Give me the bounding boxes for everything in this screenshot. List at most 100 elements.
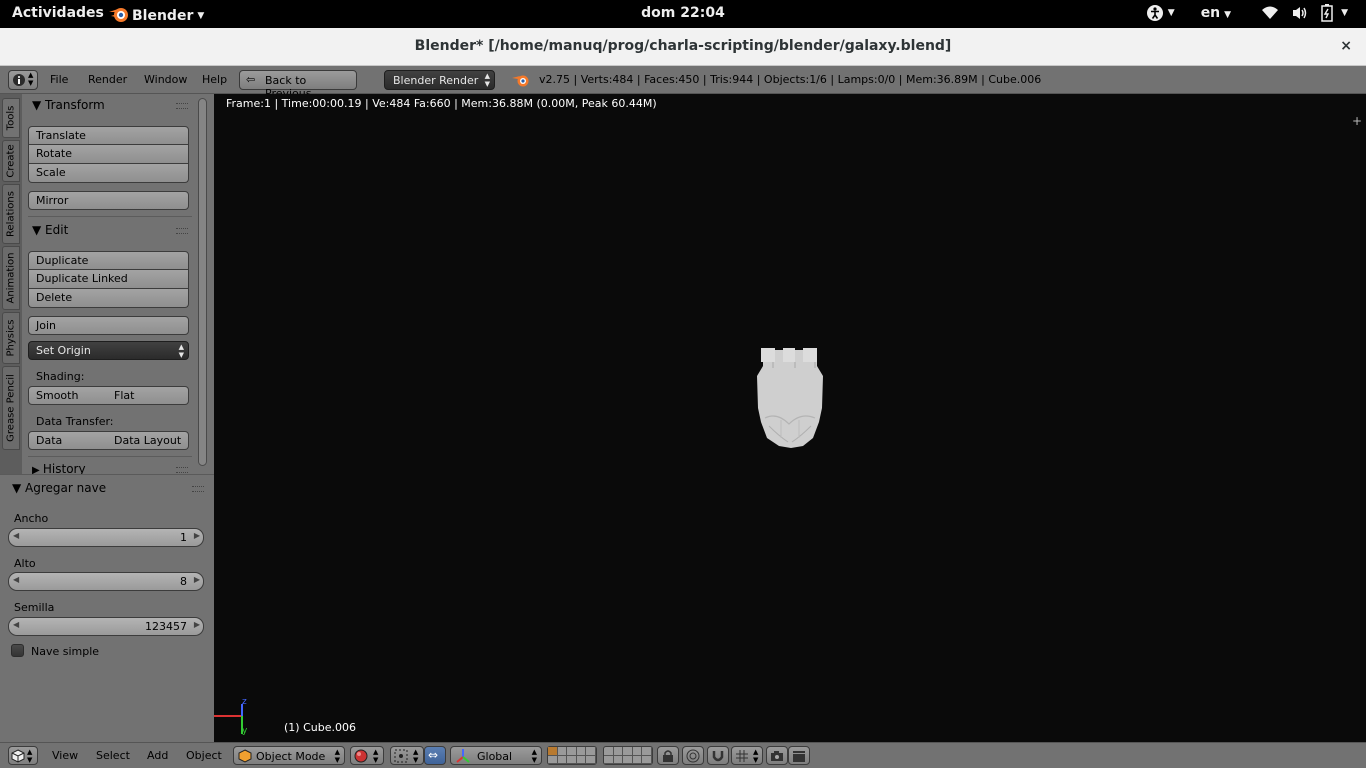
transform-panel-header[interactable]: ▼ Transform [32, 98, 105, 112]
drag-handle-icon[interactable] [176, 103, 188, 109]
menu-object[interactable]: Object [186, 749, 222, 762]
plus-icon[interactable]: + [1352, 114, 1362, 128]
duplicate-button[interactable]: Duplicate [28, 251, 189, 270]
info-header: ▲▼ File Render Window Help ⇦ Back to Pre… [0, 66, 1366, 100]
operator-panel-header[interactable]: ▼ Agregar nave [12, 481, 106, 495]
tool-shelf-scrollbar[interactable] [198, 98, 207, 466]
layer-button[interactable] [604, 747, 614, 756]
triangle-down-icon: ▼ [12, 481, 26, 495]
edit-panel-header[interactable]: ▼ Edit [32, 223, 68, 237]
scene-layers-left[interactable] [547, 746, 597, 765]
close-icon[interactable]: × [1340, 38, 1352, 54]
data-button[interactable]: Data [28, 431, 108, 450]
snap-element-select[interactable]: ▲ ▼ [731, 746, 763, 765]
volume-icon[interactable] [1291, 5, 1309, 21]
manipulator-toggle[interactable]: ⇔ [424, 746, 446, 765]
layer-button[interactable] [623, 747, 633, 756]
layer-button[interactable] [567, 747, 577, 756]
layer-button[interactable] [632, 747, 643, 756]
layer-button[interactable] [586, 747, 596, 756]
accessibility-icon[interactable]: ▼ [1146, 4, 1175, 22]
menu-render[interactable]: Render [88, 73, 127, 86]
3d-viewport[interactable]: Frame:1 | Time:00:00.19 | Ve:484 Fa:660 … [214, 94, 1366, 742]
delete-button[interactable]: Delete [28, 289, 189, 308]
tab-grease-pencil[interactable]: Grease Pencil [2, 366, 20, 450]
clock[interactable]: dom 22:04 [641, 5, 725, 21]
proportional-edit-button[interactable] [682, 746, 704, 765]
drag-handle-icon[interactable] [192, 486, 204, 492]
arrow-right-icon[interactable]: ▶ [194, 575, 200, 584]
layer-button[interactable] [604, 755, 614, 764]
tab-physics[interactable]: Physics [2, 312, 20, 364]
render-still-button[interactable] [766, 746, 788, 765]
layer-button[interactable] [548, 747, 558, 756]
mirror-button[interactable]: Mirror [28, 191, 189, 210]
layer-button[interactable] [642, 755, 652, 764]
menu-select[interactable]: Select [96, 749, 130, 762]
drag-handle-icon[interactable] [176, 467, 188, 473]
lock-icon [663, 750, 673, 762]
layer-button[interactable] [586, 755, 596, 764]
menu-file[interactable]: File [50, 73, 68, 86]
layer-button[interactable] [576, 747, 587, 756]
tab-create[interactable]: Create [2, 140, 20, 182]
chevron-down-icon[interactable]: ▼ [1341, 8, 1348, 18]
lock-layers-button[interactable] [657, 746, 679, 765]
editor-type-button[interactable]: ▲ ▼ [8, 70, 38, 90]
mode-select[interactable]: Object Mode ▲ ▼ [233, 746, 345, 765]
arrow-left-icon[interactable]: ◀ [13, 531, 19, 540]
layer-button[interactable] [557, 747, 568, 756]
tab-animation[interactable]: Animation [2, 246, 20, 310]
spaceship-mesh[interactable] [755, 346, 825, 450]
data-layout-button[interactable]: Data Layout [107, 431, 189, 450]
arrow-left-icon[interactable]: ◀ [13, 620, 19, 629]
viewport-shading-select[interactable]: ▲ ▼ [350, 746, 384, 765]
layer-button[interactable] [632, 755, 643, 764]
join-button[interactable]: Join [28, 316, 189, 335]
wifi-icon[interactable] [1261, 5, 1279, 21]
tab-tools[interactable]: Tools [2, 98, 20, 138]
semilla-field[interactable]: ◀ 123457 ▶ [8, 617, 204, 636]
back-to-previous-button[interactable]: ⇦ Back to Previous [239, 70, 357, 100]
set-origin-dropdown[interactable]: Set Origin ▲ ▼ [28, 341, 189, 360]
activities-button[interactable]: Actividades [12, 5, 104, 21]
layer-button[interactable] [613, 755, 624, 764]
render-animation-button[interactable] [788, 746, 810, 765]
layer-button[interactable] [548, 755, 558, 764]
editor-type-button[interactable]: ▲ ▼ [8, 746, 38, 765]
layer-button[interactable] [567, 755, 577, 764]
tab-relations[interactable]: Relations [2, 184, 20, 244]
layer-button[interactable] [613, 747, 624, 756]
layer-button[interactable] [557, 755, 568, 764]
scale-button[interactable]: Scale [28, 164, 189, 183]
menu-help[interactable]: Help [202, 73, 227, 86]
menu-view[interactable]: View [52, 749, 78, 762]
language-selector[interactable]: en ▼ [1201, 5, 1231, 21]
duplicate-linked-button[interactable]: Duplicate Linked [28, 270, 189, 289]
app-menu[interactable]: Blender ▼ [108, 5, 204, 27]
transform-orientation-select[interactable]: Global ▲ ▼ [450, 746, 542, 765]
battery-icon[interactable] [1321, 4, 1333, 22]
render-engine-select[interactable]: Blender Render ▲ ▼ [384, 70, 495, 90]
ancho-field[interactable]: ◀ 1 ▶ [8, 528, 204, 547]
rotate-button[interactable]: Rotate [28, 145, 189, 164]
nave-simple-checkbox[interactable] [11, 644, 24, 657]
arrow-right-icon[interactable]: ▶ [194, 620, 200, 629]
scene-layers-right[interactable] [603, 746, 653, 765]
translate-button[interactable]: Translate [28, 126, 189, 145]
layer-button[interactable] [576, 755, 587, 764]
smooth-button[interactable]: Smooth [28, 386, 108, 405]
ancho-value: 1 [180, 531, 187, 544]
menu-window[interactable]: Window [144, 73, 187, 86]
layer-button[interactable] [623, 755, 633, 764]
snap-toggle[interactable] [707, 746, 729, 765]
pivot-point-select[interactable]: ▲ ▼ [390, 746, 424, 765]
drag-handle-icon[interactable] [176, 228, 188, 234]
semilla-label: Semilla [14, 601, 55, 614]
menu-add[interactable]: Add [147, 749, 168, 762]
layer-button[interactable] [642, 747, 652, 756]
alto-field[interactable]: ◀ 8 ▶ [8, 572, 204, 591]
arrow-right-icon[interactable]: ▶ [194, 531, 200, 540]
arrow-left-icon[interactable]: ◀ [13, 575, 19, 584]
flat-button[interactable]: Flat [107, 386, 189, 405]
